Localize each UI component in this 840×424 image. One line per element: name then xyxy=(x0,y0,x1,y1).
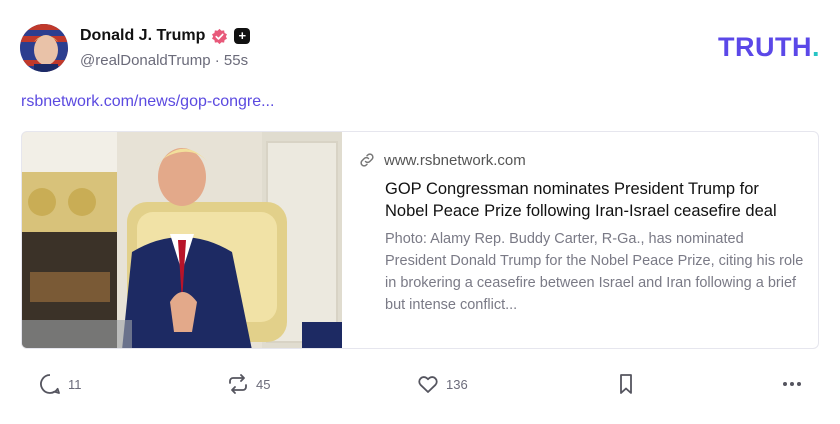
card-title[interactable]: GOP Congressman nominates President Trum… xyxy=(385,178,803,222)
post-header: Donald J. Trump + @realDonaldTrump · 55s… xyxy=(20,22,820,74)
post-link[interactable]: rsbnetwork.com/news/gop-congre... xyxy=(21,93,274,111)
card-image[interactable] xyxy=(22,132,342,348)
reply-count: 11 xyxy=(68,376,82,392)
retruth-icon xyxy=(229,374,247,394)
link-icon xyxy=(360,153,374,167)
avatar[interactable] xyxy=(20,24,68,72)
author-handle[interactable]: @realDonaldTrump xyxy=(80,52,211,69)
retruth-button[interactable]: 45 xyxy=(226,370,270,398)
reply-icon xyxy=(40,374,60,394)
meta-separator: · xyxy=(214,52,224,69)
card-domain-row: www.rsbnetwork.com xyxy=(358,150,806,170)
link-preview-card[interactable]: www.rsbnetwork.com GOP Congressman nomin… xyxy=(21,131,819,349)
heart-icon xyxy=(418,376,438,393)
plus-badge-icon: + xyxy=(234,28,251,44)
author-display-name[interactable]: Donald J. Trump xyxy=(80,27,205,45)
reply-button[interactable]: 11 xyxy=(38,370,82,398)
more-options-button[interactable] xyxy=(780,370,804,398)
like-button[interactable]: 136 xyxy=(416,370,468,398)
logo-dot: . xyxy=(811,32,820,62)
card-body: www.rsbnetwork.com GOP Congressman nomin… xyxy=(360,150,806,316)
card-description: Photo: Alamy Rep. Buddy Carter, R-Ga., h… xyxy=(385,231,804,313)
retruth-count: 45 xyxy=(256,376,271,392)
card-domain: www.rsbnetwork.com xyxy=(384,151,526,169)
more-dots-icon xyxy=(783,382,801,386)
truth-logo: TRUTH. xyxy=(718,32,820,63)
author-name-row: Donald J. Trump + xyxy=(80,26,251,46)
verified-badge-icon xyxy=(212,28,228,44)
bookmark-button[interactable] xyxy=(614,370,638,398)
bookmark-icon xyxy=(620,374,632,394)
logo-text: TRUTH xyxy=(718,32,812,62)
post-timestamp[interactable]: 55s xyxy=(224,52,248,69)
author-meta: @realDonaldTrump · 55s xyxy=(80,52,248,69)
post-actions: 11 45 136 xyxy=(20,370,820,398)
like-count: 136 xyxy=(446,376,468,392)
